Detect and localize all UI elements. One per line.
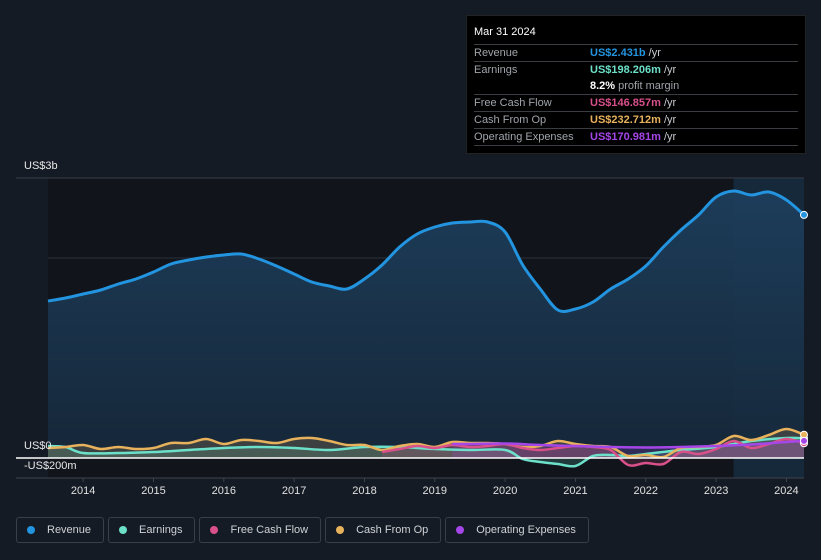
x-tick-label: 2023 — [703, 485, 729, 497]
legend-label: Operating Expenses — [476, 524, 576, 536]
tooltip-label — [474, 78, 590, 94]
profit-margin-value: 8.2% — [590, 80, 616, 92]
tooltip-label: Earnings — [474, 64, 518, 76]
legend-item-cash-from-op[interactable]: Cash From Op — [325, 517, 442, 543]
tooltip-row-operating-expenses: Operating Expenses US$170.981m /yr — [474, 129, 798, 146]
data-tooltip: Mar 31 2024 Revenue US$2.431b /yr Earnin… — [466, 15, 806, 154]
x-tick-label: 2020 — [492, 485, 518, 497]
legend-label: Free Cash Flow — [230, 524, 309, 536]
legend-dot-icon — [456, 526, 465, 534]
tooltip-value: US$146.857m — [590, 97, 661, 109]
tooltip-unit: /yr — [663, 64, 677, 76]
legend-item-free-cash-flow[interactable]: Free Cash Flow — [199, 517, 322, 543]
tooltip-date: Mar 31 2024 — [474, 24, 798, 45]
y-axis-label-bottom: -US$200m — [24, 460, 77, 472]
x-tick-label: 2014 — [70, 485, 96, 497]
tooltip-value: US$170.981m — [590, 131, 661, 143]
tooltip-unit: /yr — [663, 131, 677, 143]
tooltip-unit: /yr — [663, 114, 677, 126]
y-axis-label-top: US$3b — [24, 160, 58, 172]
legend-dot-icon — [210, 526, 219, 534]
tooltip-label: Revenue — [474, 47, 519, 59]
legend-dot-icon — [336, 526, 345, 534]
x-tick-label: 2018 — [352, 485, 377, 497]
legend-item-earnings[interactable]: Earnings — [108, 517, 196, 543]
legend-dot-icon — [27, 526, 35, 534]
tooltip-row-cash-from-op: Cash From Op US$232.712m /yr — [474, 112, 798, 129]
x-tick-label: 2019 — [422, 485, 448, 497]
tooltip-value: US$232.712m — [590, 114, 661, 126]
tooltip-label: Free Cash Flow — [474, 97, 552, 109]
operating-expenses-end-marker — [800, 436, 808, 445]
x-tick-label: 2022 — [633, 485, 659, 497]
legend-label: Earnings — [139, 524, 183, 536]
tooltip-label: Operating Expenses — [474, 131, 574, 143]
tooltip-label: Cash From Op — [474, 114, 547, 126]
legend-item-revenue[interactable]: Revenue — [16, 517, 105, 543]
legend-label: Revenue — [47, 524, 92, 536]
tooltip-value: US$198.206m — [590, 64, 661, 76]
legend-item-operating-expenses[interactable]: Operating Expenses — [445, 517, 589, 543]
legend-label: Cash From Op — [356, 524, 429, 536]
y-axis-label-zero: US$0 — [24, 440, 52, 452]
legend-dot-icon — [119, 526, 128, 534]
x-tick-label: 2024 — [774, 485, 799, 497]
tooltip-row-revenue: Revenue US$2.431b /yr — [474, 45, 798, 62]
chart-legend: Revenue Earnings Free Cash Flow Cash Fro… — [16, 517, 589, 543]
x-tick-label: 2016 — [211, 485, 237, 497]
tooltip-row-free-cash-flow: Free Cash Flow US$146.857m /yr — [474, 95, 798, 112]
x-tick-label: 2021 — [563, 485, 588, 497]
tooltip-row-earnings: Earnings US$198.206m /yr — [474, 62, 798, 78]
tooltip-value: US$2.431b — [590, 47, 646, 59]
tooltip-unit: /yr — [648, 47, 661, 59]
x-tick-label: 2017 — [281, 485, 307, 497]
revenue-end-marker — [800, 210, 808, 219]
tooltip-row-profit-margin: 8.2% profit margin — [474, 78, 798, 95]
tooltip-unit: /yr — [663, 97, 677, 109]
profit-margin-text: profit margin — [618, 80, 680, 92]
x-tick-label: 2015 — [141, 485, 166, 497]
